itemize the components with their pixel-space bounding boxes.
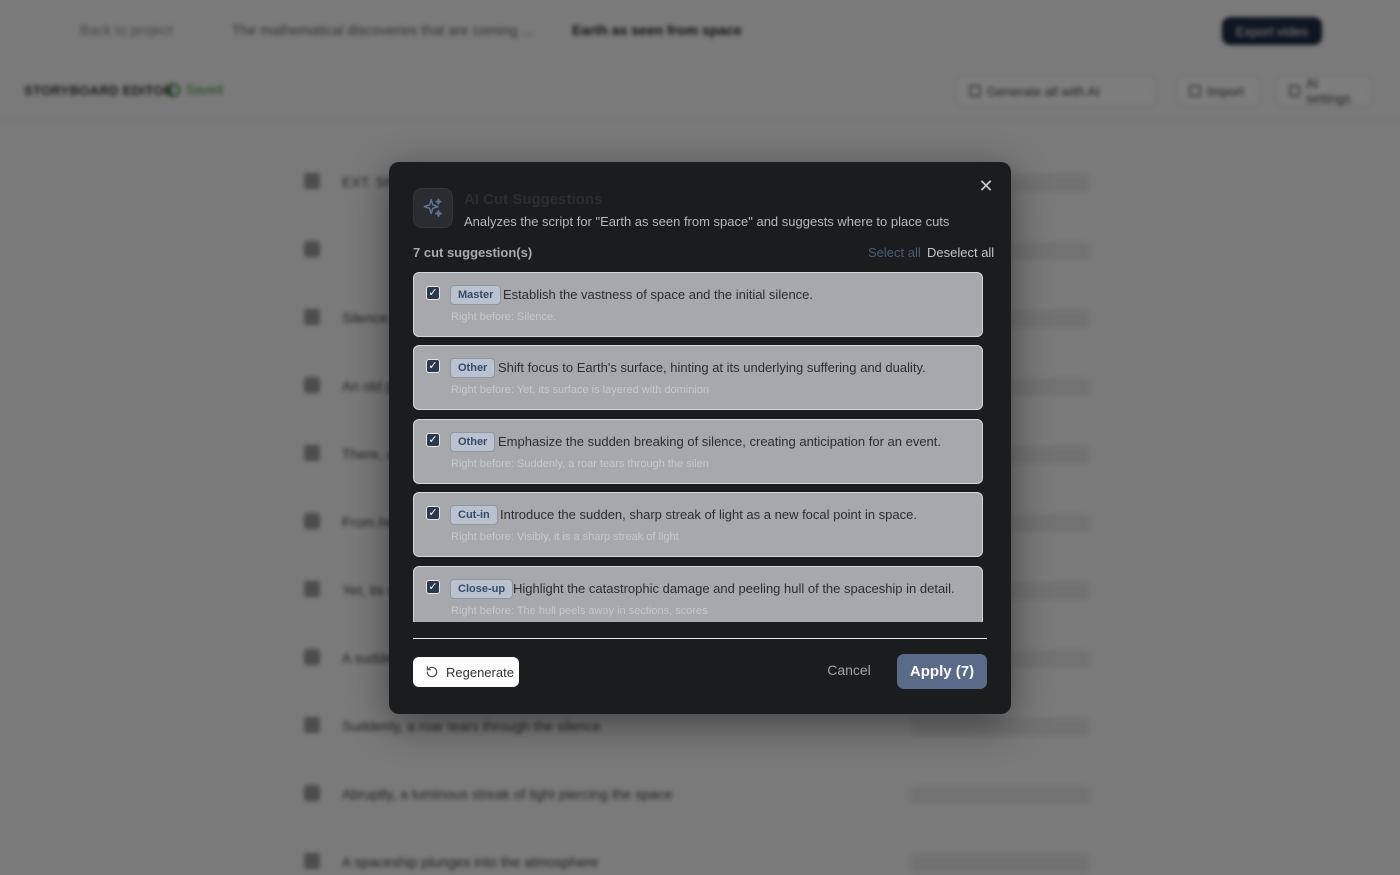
shot-type-badge: Other (450, 432, 496, 452)
suggestion-position: Right before: The hull peels away in sec… (451, 605, 708, 617)
suggestion-description: Shift focus to Earth's surface, hinting … (498, 360, 926, 375)
dialog-subtitle: Analyzes the script for "Earth as seen f… (464, 214, 950, 229)
shot-type-badge: Close-up (450, 579, 514, 599)
sparkle-icon (413, 188, 453, 228)
suggestion-list[interactable]: ✓ Master Establish the vastness of space… (413, 272, 987, 622)
suggestion-count: 7 cut suggestion(s) (413, 245, 533, 260)
cancel-button[interactable]: Cancel (816, 662, 882, 682)
select-all-link[interactable]: Select all (868, 245, 921, 260)
apply-button[interactable]: Apply (7) (897, 654, 987, 689)
shot-type-badge: Cut-in (450, 505, 498, 525)
regenerate-label: Regenerate (446, 664, 514, 680)
suggestion-card[interactable]: ✓ Master Establish the vastness of space… (413, 272, 983, 337)
close-icon[interactable]: ✕ (976, 176, 996, 196)
suggestion-card[interactable]: ✓ Close-up Highlight the catastrophic da… (413, 566, 983, 622)
suggestion-description: Establish the vastness of space and the … (503, 287, 814, 302)
suggestion-checkbox[interactable]: ✓ (426, 506, 440, 520)
suggestion-checkbox[interactable]: ✓ (426, 286, 440, 300)
suggestion-checkbox[interactable]: ✓ (426, 433, 440, 447)
deselect-all-link[interactable]: Deselect all (927, 245, 994, 260)
suggestion-card[interactable]: ✓ Cut-in Introduce the sudden, sharp str… (413, 492, 983, 557)
suggestion-description: Introduce the sudden, sharp streak of li… (500, 507, 917, 522)
dialog-title: AI Cut Suggestions (464, 191, 603, 208)
shot-type-badge: Other (450, 358, 496, 378)
suggestion-position: Right before: Visibly, it is a sharp str… (451, 531, 679, 543)
suggestion-card[interactable]: ✓ Other Emphasize the sudden breaking of… (413, 419, 983, 484)
refresh-icon (426, 666, 438, 678)
regenerate-button[interactable]: Regenerate (413, 657, 519, 687)
suggestion-position: Right before: Suddenly, a roar tears thr… (451, 458, 709, 470)
suggestion-position: Right before: Yet, its surface is layere… (451, 384, 710, 396)
suggestion-card[interactable]: ✓ Other Shift focus to Earth's surface, … (413, 345, 983, 410)
suggestion-checkbox[interactable]: ✓ (426, 580, 440, 594)
shot-type-badge: Master (450, 285, 502, 305)
suggestion-position: Right before: Silence. (451, 311, 557, 323)
suggestion-description: Highlight the catastrophic damage and pe… (513, 581, 955, 596)
suggestion-description: Emphasize the sudden breaking of silence… (498, 434, 941, 449)
footer-divider (413, 638, 987, 639)
suggestion-checkbox[interactable]: ✓ (426, 359, 440, 373)
